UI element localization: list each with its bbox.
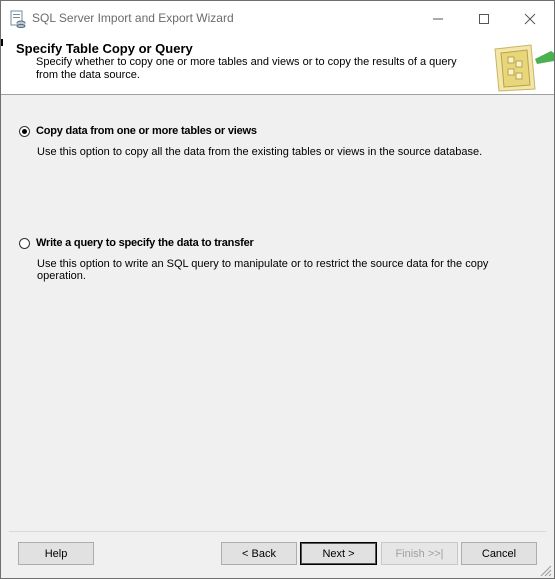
copy-tables-radio[interactable] [19, 126, 30, 137]
close-button[interactable] [507, 1, 553, 37]
title-bar: SQL Server Import and Export Wizard [1, 1, 554, 37]
write-query-description: Use this option to write an SQL query to… [37, 258, 489, 282]
copy-tables-description: Use this option to copy all the data fro… [37, 146, 483, 158]
window-title: SQL Server Import and Export Wizard [32, 11, 234, 25]
resize-grip-icon[interactable] [538, 563, 552, 577]
finish-button: Finish >>| [381, 542, 458, 565]
next-button[interactable]: Next > [300, 542, 377, 565]
page-description: Specify whether to copy one or more tabl… [36, 56, 457, 81]
wizard-header: Specify Table Copy or Query Specify whet… [1, 37, 554, 95]
maximize-button[interactable] [461, 1, 507, 37]
cancel-button[interactable]: Cancel [461, 542, 537, 565]
footer-divider [9, 531, 546, 532]
edge-mark [1, 39, 3, 46]
back-button[interactable]: < Back [221, 542, 297, 565]
copy-tables-label[interactable]: Copy data from one or more tables or vie… [36, 125, 257, 137]
minimize-icon [433, 18, 443, 20]
help-button[interactable]: Help [18, 542, 94, 565]
maximize-icon [479, 14, 489, 24]
page-title: Specify Table Copy or Query [16, 41, 193, 56]
close-icon [524, 13, 536, 25]
write-query-label[interactable]: Write a query to specify the data to tra… [36, 237, 254, 249]
wizard-banner-icon [494, 44, 554, 92]
app-icon [10, 10, 26, 28]
wizard-window: SQL Server Import and Export Wizard Spec… [0, 0, 555, 579]
minimize-button[interactable] [415, 1, 461, 37]
write-query-radio[interactable] [19, 238, 30, 249]
